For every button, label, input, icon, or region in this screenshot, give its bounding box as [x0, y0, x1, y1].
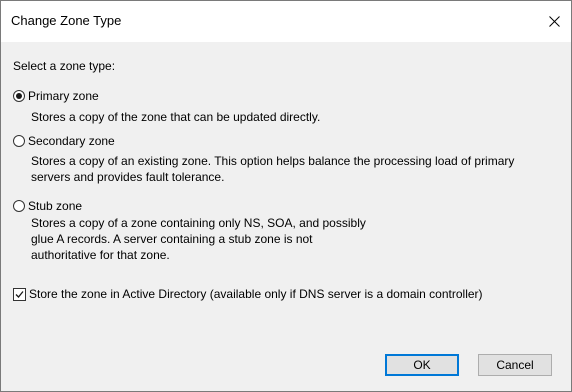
cancel-button[interactable]: Cancel: [478, 354, 552, 376]
dialog-body: Select a zone type: Primary zone Stores …: [1, 42, 571, 391]
close-icon: [548, 15, 560, 27]
stub-zone-description-line: glue A records. A server containing a st…: [31, 232, 313, 246]
stub-zone-description-line: Stores a copy of a zone containing only …: [31, 216, 366, 230]
zone-type-prompt: Select a zone type:: [13, 59, 116, 73]
active-directory-checkbox-option[interactable]: Store the zone in Active Directory (avai…: [13, 287, 483, 301]
stub-zone-radio[interactable]: [13, 200, 25, 212]
stub-zone-label: Stub zone: [28, 199, 83, 213]
primary-zone-label: Primary zone: [28, 89, 99, 103]
active-directory-checkbox[interactable]: [13, 287, 26, 301]
secondary-zone-label: Secondary zone: [28, 134, 115, 148]
change-zone-type-dialog: Change Zone Type Select a zone type: Pri…: [0, 0, 572, 392]
stub-zone-description-line: authoritative for that zone.: [31, 248, 170, 262]
primary-zone-radio-option[interactable]: Primary zone: [13, 89, 99, 103]
primary-zone-description: Stores a copy of the zone that can be up…: [31, 110, 321, 124]
active-directory-label: Store the zone in Active Directory (avai…: [29, 287, 483, 301]
stub-zone-description: Stores a copy of a zone containing only …: [31, 215, 551, 263]
secondary-zone-radio-option[interactable]: Secondary zone: [13, 134, 115, 148]
checkmark-icon: [15, 290, 24, 298]
dialog-title: Change Zone Type: [11, 13, 122, 28]
secondary-zone-radio[interactable]: [13, 135, 25, 147]
title-bar[interactable]: Change Zone Type: [1, 1, 571, 41]
primary-zone-radio[interactable]: [13, 90, 25, 102]
stub-zone-radio-option[interactable]: Stub zone: [13, 199, 82, 213]
close-button[interactable]: [537, 1, 571, 41]
ok-button[interactable]: OK: [385, 354, 459, 376]
secondary-zone-description: Stores a copy of an existing zone. This …: [31, 154, 515, 184]
